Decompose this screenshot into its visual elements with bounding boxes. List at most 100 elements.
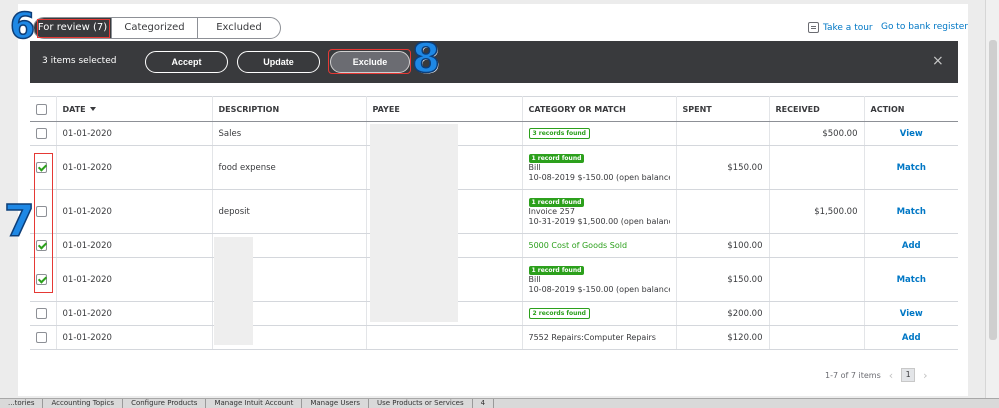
select-all-checkbox[interactable]: [36, 103, 47, 115]
taskbar-item[interactable]: Use Products or Services: [369, 399, 473, 408]
received-cell: $1,500.00: [769, 189, 865, 234]
spent-cell: $150.00: [676, 145, 770, 190]
tab-for-review[interactable]: For review (7): [34, 18, 112, 38]
payee-header: PAYEE: [366, 96, 523, 122]
spent-cell: [676, 121, 770, 146]
match-count-badge[interactable]: 3 records found: [528, 128, 590, 139]
batch-action-bar: 3 items selected Accept Update Exclude ×: [30, 41, 958, 83]
row-action-link[interactable]: Match: [864, 257, 958, 302]
category-detail: 10-08-2019 $-150.00 (open balance) ka: [528, 172, 670, 182]
received-cell: [769, 325, 865, 350]
tab-excluded[interactable]: Excluded: [198, 18, 280, 38]
match-count-badge[interactable]: 1 record found: [528, 265, 585, 275]
taskbar-item[interactable]: Accounting Topics: [43, 399, 124, 408]
received-cell: [769, 145, 865, 190]
category-primary: Invoice 257: [528, 206, 575, 216]
received-cell: $500.00: [769, 121, 865, 146]
row-action-link[interactable]: Add: [864, 233, 958, 258]
row-checkbox[interactable]: [36, 128, 47, 139]
category-primary: Bill: [528, 274, 541, 284]
category-primary: Bill: [528, 162, 541, 172]
date-cell: 01-01-2020: [56, 121, 213, 146]
accept-button[interactable]: Accept: [145, 51, 228, 73]
exclude-button[interactable]: Exclude: [330, 51, 410, 73]
received-header: RECEIVED: [769, 96, 865, 122]
spent-cell: $100.00: [676, 233, 770, 258]
received-cell: [769, 301, 865, 326]
action-header: ACTION: [864, 96, 958, 122]
tab-categorized[interactable]: Categorized: [112, 18, 198, 38]
prev-page-icon[interactable]: ‹: [889, 369, 893, 382]
category-header: CATEGORY OR MATCH: [522, 96, 677, 122]
table-row[interactable]: 01-01-2020 5000 Cost of Goods Sold $100.…: [30, 233, 958, 258]
row-checkbox[interactable]: [36, 240, 47, 251]
spent-cell: $120.00: [676, 325, 770, 350]
row-select-cell: [30, 257, 57, 302]
category-detail: 10-31-2019 $1,500.00 (open balance) R: [528, 216, 670, 226]
category-cell: 5000 Cost of Goods Sold: [522, 233, 677, 258]
table-row[interactable]: 01-01-2020 1 record found Bill 10-08-2019 …: [30, 257, 958, 302]
row-checkbox[interactable]: [36, 162, 47, 173]
next-page-icon[interactable]: ›: [923, 369, 927, 382]
page-1-button[interactable]: 1: [901, 368, 916, 382]
received-cell: [769, 233, 865, 258]
update-button[interactable]: Update: [237, 51, 320, 73]
taskbar: ...tories Accounting Topics Configure Prod…: [0, 398, 999, 408]
row-select-cell: [30, 325, 57, 350]
taskbar-item[interactable]: Manage Users: [302, 399, 369, 408]
date-cell: 01-01-2020: [56, 325, 213, 350]
category-cell: 1 record found Bill 10-08-2019 $-150.00 (o…: [522, 257, 677, 302]
date-cell: 01-01-2020: [56, 233, 213, 258]
row-checkbox[interactable]: [36, 332, 47, 343]
take-a-tour-link[interactable]: Take a tour: [808, 22, 873, 33]
row-action-link[interactable]: Match: [864, 145, 958, 190]
taskbar-item[interactable]: Configure Products: [123, 399, 207, 408]
category-cell: 2 records found: [522, 301, 677, 326]
row-action-link[interactable]: View: [864, 121, 958, 146]
description-header: DESCRIPTION: [212, 96, 367, 122]
table-row[interactable]: 01-01-2020 food expense 1 record found Bi…: [30, 145, 958, 190]
review-tabs: For review (7) Categorized Excluded: [33, 17, 281, 39]
match-count-badge[interactable]: 1 record found: [528, 197, 585, 207]
table-row[interactable]: 01-01-2020 deposit 1 record found Invoice…: [30, 189, 958, 234]
row-action-link[interactable]: View: [864, 301, 958, 326]
close-icon[interactable]: ×: [932, 53, 944, 69]
tour-icon: [808, 22, 819, 33]
select-all-cell: [30, 96, 57, 122]
spent-header: SPENT: [676, 96, 770, 122]
row-checkbox[interactable]: [36, 206, 47, 217]
spent-cell: [676, 189, 770, 234]
vertical-scrollbar[interactable]: [985, 0, 999, 408]
bank-register-link[interactable]: Go to bank register: [881, 22, 968, 32]
row-checkbox[interactable]: [36, 308, 47, 319]
step-6-callout: 6: [9, 5, 36, 48]
row-checkbox[interactable]: [36, 274, 47, 285]
app-window: For review (7) Categorized Excluded Take…: [0, 0, 999, 408]
spent-cell: $150.00: [676, 257, 770, 302]
date-header[interactable]: DATE: [56, 96, 213, 122]
taskbar-item[interactable]: ...tories: [0, 399, 44, 408]
table-row[interactable]: 01-01-2020 2 records found $200.00 View: [30, 301, 958, 326]
spent-cell: $200.00: [676, 301, 770, 326]
step-8-callout: 8: [411, 35, 440, 83]
received-cell: [769, 257, 865, 302]
table-row[interactable]: 01-01-2020 7552 Repairs:Computer Repairs…: [30, 325, 958, 350]
taskbar-item[interactable]: Manage Intuit Account: [206, 399, 303, 408]
row-select-cell: [30, 145, 57, 190]
category-cell: 1 record found Bill 10-08-2019 $-150.00 (o…: [522, 145, 677, 190]
pagination-summary: 1-7 of 7 items: [825, 370, 881, 380]
match-count-badge[interactable]: 2 records found: [528, 308, 590, 319]
category-primary[interactable]: 7552 Repairs:Computer Repairs: [529, 333, 670, 343]
taskbar-item[interactable]: 4: [473, 399, 495, 408]
category-primary[interactable]: 5000 Cost of Goods Sold: [529, 241, 670, 251]
match-count-badge[interactable]: 1 record found: [528, 153, 585, 163]
row-action-link[interactable]: Match: [864, 189, 958, 234]
date-cell: 01-01-2020: [56, 145, 213, 190]
table-row[interactable]: 01-01-2020 Sales 3 records found $500.00…: [30, 121, 958, 146]
scrollbar-thumb[interactable]: [989, 40, 997, 340]
date-header-label: DATE: [62, 104, 86, 114]
row-action-link[interactable]: Add: [864, 325, 958, 350]
take-a-tour-label: Take a tour: [823, 22, 873, 33]
redacted-description-area: [214, 237, 253, 345]
step-7-callout: 7: [3, 195, 35, 248]
